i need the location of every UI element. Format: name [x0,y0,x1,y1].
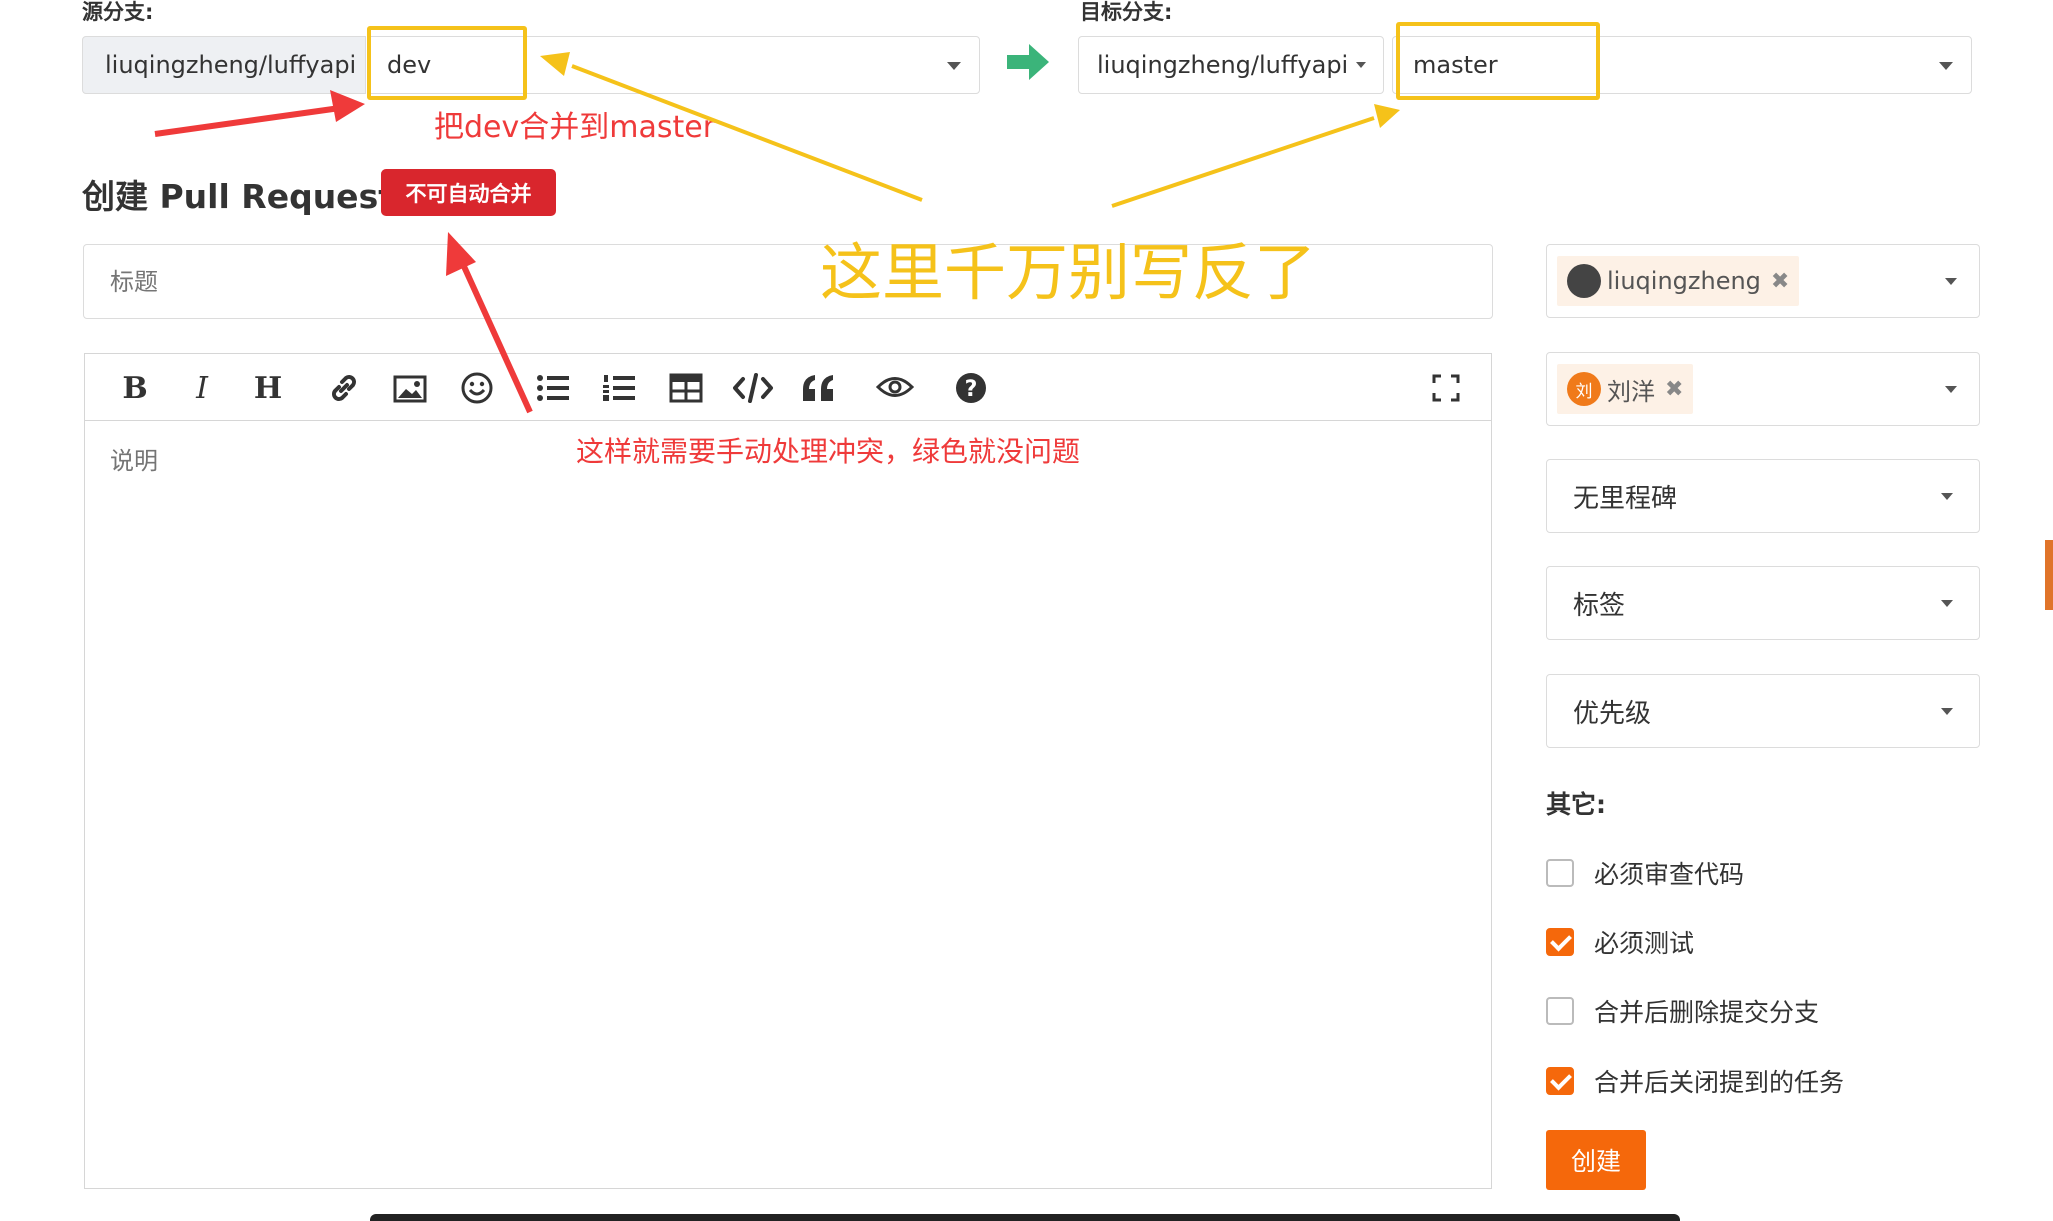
bottom-edge [370,1214,1680,1221]
chevron-down-icon [1941,492,1953,500]
source-repo-select[interactable]: liuqingzheng/luffyapi [82,36,366,94]
chevron-down-icon [947,62,961,70]
option-label: 必须审查代码 [1594,860,1745,889]
chevron-down-icon [1941,599,1953,607]
editor-toolbar [85,354,1491,421]
table-icon[interactable] [669,373,703,403]
milestone-select[interactable]: 无里程碑 [1546,459,1980,533]
option-label: 必须测试 [1594,929,1695,958]
checkbox-checked[interactable] [1546,928,1574,956]
option-label: 合并后删除提交分支 [1594,998,1820,1027]
checkbox-checked[interactable] [1546,1067,1574,1095]
tester-select[interactable]: 刘 刘洋 ✖ [1546,352,1980,426]
target-repo-text: liuqingzheng/luffyapi [1097,51,1349,79]
code-icon[interactable] [732,370,774,406]
bold-button[interactable]: B [116,355,154,421]
arrow-right-icon [1007,44,1049,80]
checkbox[interactable] [1546,997,1574,1025]
option-label: 合并后关闭提到的任务 [1594,1068,1845,1097]
reviewer-select[interactable]: liuqingzheng ✖ [1546,244,1980,318]
close-icon[interactable]: ✖ [1665,377,1683,402]
eye-icon[interactable] [876,374,914,400]
source-branch-highlight [367,26,527,100]
unordered-list-icon[interactable] [536,373,570,403]
priority-value: 优先级 [1573,698,1652,729]
emoji-icon[interactable] [460,371,494,405]
annotation-warning: 这里千万别写反了 [820,236,1317,309]
target-branch-label: 目标分支: [1080,0,1173,24]
chevron-down-icon [1945,278,1957,285]
chevron-down-icon [1941,707,1953,715]
chevron-down-icon [1939,62,1953,70]
heading-button[interactable]: H [248,355,288,421]
reviewer-name: liuqingzheng [1607,267,1761,295]
avatar: 刘 [1567,372,1601,406]
ordered-list-icon[interactable] [602,373,636,403]
target-branch-highlight [1396,22,1600,100]
close-icon[interactable]: ✖ [1771,269,1789,294]
source-repo-text: liuqingzheng/luffyapi [105,51,357,79]
labels-select[interactable]: 标签 [1546,566,1980,640]
target-repo-select[interactable]: liuqingzheng/luffyapi [1078,36,1384,94]
chevron-down-icon [1945,386,1957,393]
tester-name: 刘洋 [1607,377,1655,406]
tester-chip: 刘 刘洋 ✖ [1557,364,1694,414]
option-close-issues[interactable]: 合并后关闭提到的任务 [1546,1063,1844,1099]
other-options-label: 其它: [1546,790,1606,819]
option-require-review[interactable]: 必须审查代码 [1546,855,1744,891]
checkbox[interactable] [1546,859,1574,887]
source-branch-label: 源分支: [82,0,154,24]
page-title: 创建 Pull Request [82,177,394,216]
italic-button[interactable]: I [183,355,221,421]
avatar [1567,264,1601,298]
priority-select[interactable]: 优先级 [1546,674,1980,748]
fullscreen-icon[interactable] [1432,374,1460,402]
create-button[interactable]: 创建 [1546,1130,1646,1190]
annotation-conflict-note: 这样就需要手动处理冲突，绿色就没问题 [576,435,1081,468]
svg-text:?: ? [965,377,978,402]
option-delete-branch[interactable]: 合并后删除提交分支 [1546,993,1819,1029]
annotation-merge-note: 把dev合并到master [434,110,716,145]
option-require-test[interactable]: 必须测试 [1546,924,1694,960]
link-icon[interactable] [327,371,361,405]
milestone-value: 无里程碑 [1573,483,1678,514]
help-icon[interactable]: ? [954,371,988,405]
pr-description-textarea[interactable] [86,423,1490,1187]
reviewer-chip: liuqingzheng ✖ [1557,256,1800,306]
quote-icon[interactable] [801,373,837,403]
labels-value: 标签 [1573,590,1626,621]
merge-status-badge: 不可自动合并 [381,169,556,216]
chevron-down-icon [1356,62,1367,68]
image-icon[interactable] [393,374,427,404]
scroll-marker [2045,540,2053,610]
